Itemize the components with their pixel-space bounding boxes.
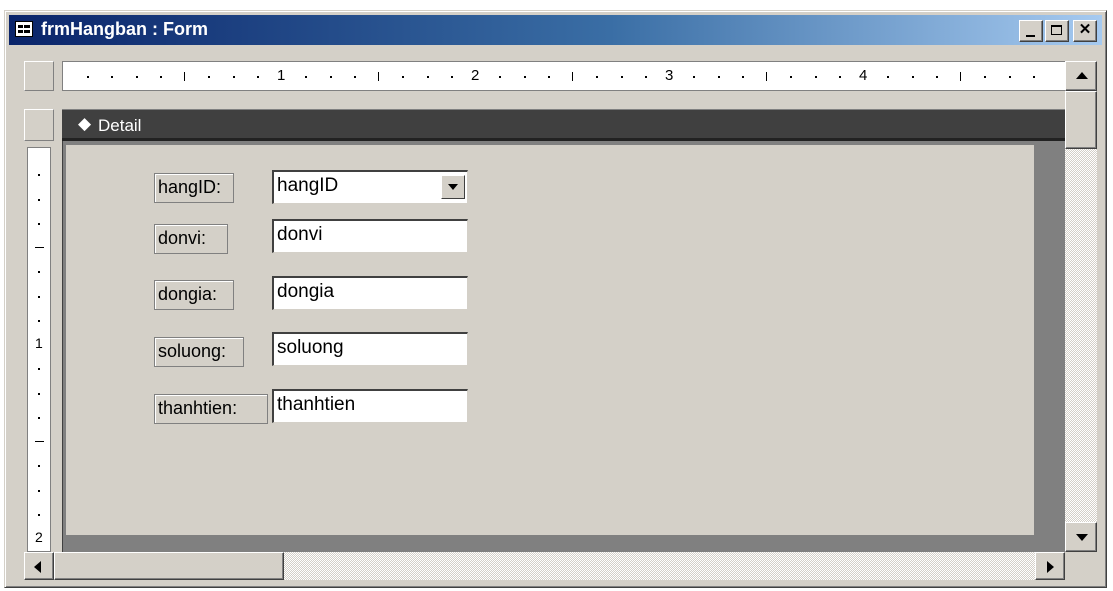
ruler-dot [38, 295, 40, 298]
chevron-down-icon [448, 184, 458, 190]
minimize-button[interactable] [1019, 20, 1043, 42]
ruler-dot [305, 76, 308, 78]
close-button[interactable]: ✕ [1073, 20, 1097, 42]
ruler-label: 2 [471, 67, 480, 84]
arrow-down-icon [1076, 534, 1088, 541]
detail-section-header[interactable]: ◆ Detail [62, 109, 1065, 141]
textbox-thanhtien[interactable]: thanhtien [272, 389, 468, 423]
close-icon: ✕ [1078, 21, 1092, 38]
ruler-dot [208, 76, 211, 78]
ruler-dot [717, 76, 720, 78]
label-hangid[interactable]: hangID: [154, 173, 234, 203]
arrow-right-icon [1047, 561, 1054, 573]
label-soluong[interactable]: soluong: [154, 337, 244, 367]
ruler-dot [911, 76, 914, 78]
ruler-dot [523, 76, 526, 78]
ruler-tick [960, 72, 961, 81]
window-title: frmHangban : Form [41, 19, 209, 39]
ruler-dot [38, 513, 40, 516]
ruler-dot [596, 76, 599, 78]
ruler-tick [378, 72, 379, 81]
textbox-donvi[interactable]: donvi [272, 219, 468, 253]
ruler-dot [1032, 76, 1035, 78]
ruler-label: 4 [859, 67, 868, 84]
label-donvi[interactable]: donvi: [154, 224, 228, 254]
ruler-dot [38, 319, 40, 322]
combo-dropdown-button[interactable] [441, 175, 465, 199]
ruler-dot [329, 76, 332, 78]
vertical-ruler[interactable]: 12 [27, 147, 51, 552]
vertical-scroll-thumb[interactable] [1065, 91, 1097, 149]
ruler-dot [814, 76, 817, 78]
combo-hangid-value: hangID [277, 175, 339, 196]
ruler-dot [87, 76, 89, 78]
ruler-dot [38, 392, 40, 395]
ruler-label: 1 [277, 67, 286, 84]
label-thanhtien[interactable]: thanhtien: [154, 394, 268, 424]
combo-hangid[interactable]: hangID [272, 170, 468, 204]
ruler-dot [353, 76, 356, 78]
ruler-dot [450, 76, 453, 78]
maximize-icon [1051, 25, 1062, 35]
label-dongia[interactable]: dongia: [154, 280, 234, 310]
ruler-dot [38, 416, 40, 419]
ruler-dot [111, 76, 114, 78]
title-bar[interactable]: frmHangban : Form ✕ [9, 15, 1102, 45]
ruler-dot [1008, 76, 1011, 78]
ruler-dot [547, 76, 550, 78]
minimize-icon [1026, 35, 1035, 37]
ruler-dot [38, 198, 40, 201]
ruler-dot [984, 76, 987, 78]
ruler-dot [232, 76, 235, 78]
ruler-label: 3 [665, 67, 674, 84]
form-icon [15, 21, 33, 37]
ruler-dot [693, 76, 696, 78]
ruler-dot [887, 76, 890, 78]
ruler-dot [38, 222, 40, 225]
textbox-dongia[interactable]: dongia [272, 276, 468, 310]
ruler-tick [35, 441, 44, 442]
detail-section-label: Detail [98, 116, 142, 135]
section-expand-icon: ◆ [78, 114, 92, 133]
ruler-dot [790, 76, 793, 78]
arrow-up-icon [1076, 72, 1088, 79]
ruler-tick [35, 247, 44, 248]
maximize-button[interactable] [1045, 20, 1069, 42]
horizontal-ruler[interactable]: 1 2 3 4 [62, 61, 1065, 91]
ruler-dot [38, 368, 40, 371]
ruler-dot [499, 76, 502, 78]
ruler-dot [838, 76, 841, 78]
textbox-soluong[interactable]: soluong [272, 332, 468, 366]
ruler-dot [402, 76, 405, 78]
ruler-dot [159, 76, 162, 78]
scroll-right-button[interactable] [1035, 552, 1065, 580]
scroll-up-button[interactable] [1065, 61, 1097, 91]
ruler-tick [572, 72, 573, 81]
ruler-dot [644, 76, 647, 78]
horizontal-scroll-thumb[interactable] [54, 552, 284, 580]
size-grip [1065, 552, 1097, 580]
scroll-left-button[interactable] [24, 552, 54, 580]
ruler-dot [38, 174, 40, 177]
ruler-dot [256, 76, 259, 78]
scroll-down-button[interactable] [1065, 522, 1097, 552]
ruler-dot [38, 271, 40, 274]
ruler-tick [184, 72, 185, 81]
ruler-label: 1 [35, 335, 43, 351]
ruler-dot [38, 489, 40, 492]
ruler-dot [38, 465, 40, 468]
ruler-dot [741, 76, 744, 78]
ruler-tick [766, 72, 767, 81]
section-selector[interactable] [24, 109, 54, 141]
ruler-dot [135, 76, 138, 78]
arrow-left-icon [34, 561, 41, 573]
ruler-label: 2 [35, 529, 43, 545]
form-selector[interactable] [24, 61, 54, 91]
ruler-dot [620, 76, 623, 78]
ruler-dot [426, 76, 429, 78]
ruler-dot [935, 76, 938, 78]
